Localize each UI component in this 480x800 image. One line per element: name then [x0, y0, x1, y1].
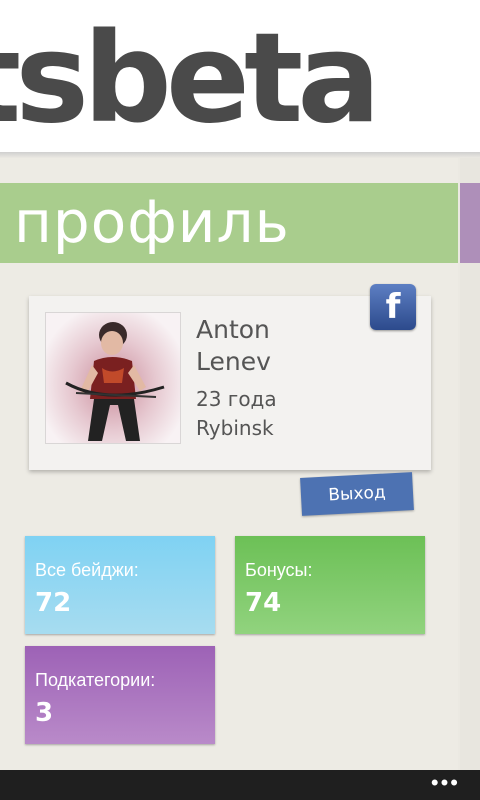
tile-all-badges[interactable]: Все бейджи: 72: [25, 536, 215, 634]
tile-bonuses[interactable]: Бонусы: 74: [235, 536, 425, 634]
tile-label: Подкатегории:: [35, 670, 156, 690]
tile-label: Все бейджи:: [35, 560, 139, 580]
app-header: tsbeta: [0, 0, 480, 152]
app-title: tsbeta: [0, 7, 381, 151]
next-panel-peek[interactable]: [460, 158, 480, 770]
tile-value: 74: [245, 588, 282, 618]
panorama-content[interactable]: профиль Anton Lenev 23 года Rybinsk f Вы…: [0, 158, 480, 770]
tile-value: 72: [35, 588, 72, 618]
profile-panel: профиль Anton Lenev 23 года Rybinsk f Вы…: [0, 158, 458, 770]
tile-label: Бонусы:: [245, 560, 313, 580]
user-age: 23 года: [196, 387, 277, 411]
section-header: профиль: [0, 183, 458, 263]
app-bar: •••: [0, 770, 480, 800]
user-name: Anton Lenev: [196, 315, 271, 376]
more-options-icon[interactable]: •••: [420, 770, 460, 800]
logout-button[interactable]: Выход: [300, 472, 414, 516]
user-city: Rybinsk: [196, 416, 274, 440]
section-title: профиль: [14, 188, 290, 256]
avatar: [45, 312, 181, 444]
facebook-icon[interactable]: f: [370, 284, 416, 330]
tile-subcategories[interactable]: Подкатегории: 3: [25, 646, 215, 744]
next-section-header: [460, 183, 480, 263]
tile-value: 3: [35, 698, 54, 728]
